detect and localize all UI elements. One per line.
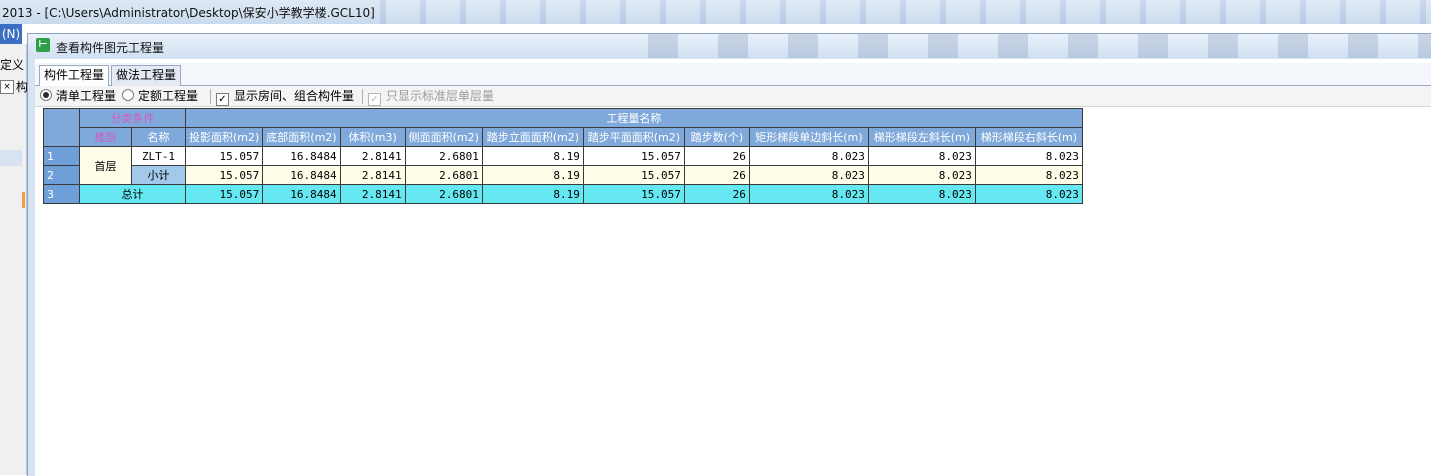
header-floor: 楼层 bbox=[79, 127, 132, 147]
column-header[interactable]: 体积(m3) bbox=[339, 127, 406, 147]
column-header[interactable]: 踏步数(个) bbox=[683, 127, 750, 147]
value-cell[interactable]: 26 bbox=[683, 184, 750, 204]
name-cell[interactable]: ZLT-1 bbox=[131, 146, 186, 166]
quantity-dialog: ⊢ 查看构件图元工程量 构件工程量 做法工程量 清单工程量 定额工程量 ✓ 显示房… bbox=[27, 33, 1431, 476]
value-cell[interactable]: 2.8141 bbox=[339, 184, 406, 204]
options-bar: 清单工程量 定额工程量 ✓ 显示房间、组合构件量 ✓ 只显示标准层单层量 bbox=[35, 86, 1431, 107]
value-cell[interactable]: 2.6801 bbox=[404, 146, 483, 166]
value-cell[interactable]: 8.023 bbox=[974, 146, 1083, 166]
radio-quota-quantity[interactable]: 定额工程量 bbox=[122, 89, 198, 103]
value-cell[interactable]: 15.057 bbox=[582, 146, 685, 166]
value-cell[interactable]: 16.8484 bbox=[262, 165, 341, 185]
column-header[interactable]: 矩形梯段单边斜长(m) bbox=[748, 127, 869, 147]
value-cell[interactable]: 8.023 bbox=[867, 146, 976, 166]
options-divider bbox=[210, 89, 211, 104]
table-row[interactable]: 1 首层 ZLT-1 15.057 16.8484 2.8141 2.6801 … bbox=[43, 146, 1083, 185]
value-cell[interactable]: 8.023 bbox=[748, 184, 869, 204]
row-number: 2 bbox=[43, 165, 80, 185]
checkbox-standard-floor-only[interactable]: ✓ 只显示标准层单层量 bbox=[368, 89, 494, 106]
value-cell[interactable]: 2.6801 bbox=[404, 165, 483, 185]
radio-list-quantity-label: 清单工程量 bbox=[56, 89, 117, 103]
define-menu-fragment[interactable]: 定义 bbox=[0, 56, 24, 73]
value-cell[interactable]: 8.19 bbox=[481, 165, 584, 185]
radio-selected-icon bbox=[40, 89, 52, 101]
header-group-row: 分类条件 工程量名称 bbox=[43, 108, 1083, 147]
value-cell[interactable]: 16.8484 bbox=[262, 184, 341, 204]
header-column-row: 楼层 名称 投影面积(m2) 底部面积(m2) 体积(m3) 侧面面积(m2) … bbox=[44, 127, 1083, 147]
value-cell[interactable]: 8.023 bbox=[748, 165, 869, 185]
subtotal-label[interactable]: 小计 bbox=[131, 165, 186, 185]
table-row-total[interactable]: 3 总计 15.057 16.8484 2.8141 2.6801 8.19 1… bbox=[43, 184, 1083, 204]
value-cell[interactable]: 15.057 bbox=[184, 184, 264, 204]
radio-quota-quantity-label: 定额工程量 bbox=[138, 89, 199, 103]
checkbox-checked-icon: ✓ bbox=[368, 93, 381, 106]
close-icon[interactable]: × bbox=[0, 80, 14, 94]
app-titlebar-blurred-toolbar bbox=[380, 0, 1431, 24]
row-number: 1 bbox=[43, 146, 80, 166]
value-cell[interactable]: 8.023 bbox=[974, 184, 1083, 204]
radio-unselected-icon bbox=[122, 89, 134, 101]
value-cell[interactable]: 15.057 bbox=[582, 184, 685, 204]
options-divider bbox=[362, 89, 363, 104]
value-cell[interactable]: 8.023 bbox=[974, 165, 1083, 185]
floor-cell[interactable]: 首层 bbox=[79, 146, 132, 185]
value-cell[interactable]: 15.057 bbox=[184, 165, 264, 185]
value-cell[interactable]: 26 bbox=[683, 165, 750, 185]
total-label[interactable]: 总计 bbox=[79, 184, 186, 204]
radio-list-quantity[interactable]: 清单工程量 bbox=[40, 89, 116, 103]
value-cell[interactable]: 8.19 bbox=[481, 146, 584, 166]
value-cell[interactable]: 2.6801 bbox=[404, 184, 483, 204]
row-number: 3 bbox=[43, 184, 80, 204]
dialog-app-icon: ⊢ bbox=[36, 38, 50, 52]
header-corner bbox=[43, 108, 80, 147]
checkbox-show-rooms[interactable]: ✓ 显示房间、组合构件量 bbox=[216, 89, 354, 106]
value-cell[interactable]: 8.023 bbox=[748, 146, 869, 166]
column-header[interactable]: 底部面积(m2) bbox=[262, 127, 341, 147]
value-cell[interactable]: 2.8141 bbox=[339, 165, 406, 185]
header-name: 名称 bbox=[131, 127, 186, 147]
app-titlebar: 2013 - [C:\Users\Administrator\Desktop\保… bbox=[0, 0, 1431, 24]
column-header[interactable]: 投影面积(m2) bbox=[184, 127, 264, 147]
value-cell[interactable]: 8.023 bbox=[867, 184, 976, 204]
dialog-title: 查看构件图元工程量 bbox=[56, 41, 165, 55]
column-header[interactable]: 踏步平面面积(m2) bbox=[582, 127, 685, 147]
app-title: 2013 - [C:\Users\Administrator\Desktop\保… bbox=[2, 6, 375, 20]
tab-component-quantity[interactable]: 构件工程量 bbox=[39, 65, 110, 87]
left-marker bbox=[22, 192, 25, 208]
checkbox-show-rooms-label: 显示房间、组合构件量 bbox=[234, 89, 355, 103]
value-cell[interactable]: 15.057 bbox=[582, 165, 685, 185]
checkbox-checked-icon: ✓ bbox=[216, 93, 229, 106]
table-row-subtotal[interactable]: 2 小计 15.057 16.8484 2.8141 2.6801 8.19 1… bbox=[43, 165, 1083, 185]
header-category: 分类条件 bbox=[79, 108, 186, 128]
menu-fragment[interactable]: (N) bbox=[0, 24, 22, 44]
column-header[interactable]: 侧面面积(m2) bbox=[404, 127, 483, 147]
quantity-grid-area: 分类条件 工程量名称 楼层 名称 投影面积(m2) 底部面积(m2) 体积(m3… bbox=[35, 107, 1431, 476]
value-cell[interactable]: 8.023 bbox=[867, 165, 976, 185]
tab-method-quantity[interactable]: 做法工程量 bbox=[111, 65, 182, 86]
value-cell[interactable]: 15.057 bbox=[184, 146, 264, 166]
dialog-titlebar[interactable]: ⊢ 查看构件图元工程量 bbox=[28, 34, 1431, 58]
value-cell[interactable]: 8.19 bbox=[481, 184, 584, 204]
column-header[interactable]: 踏步立面面积(m2) bbox=[481, 127, 584, 147]
checkbox-standard-floor-only-label: 只显示标准层单层量 bbox=[386, 89, 495, 103]
left-selected-row bbox=[0, 150, 22, 166]
value-cell[interactable]: 2.8141 bbox=[339, 146, 406, 166]
column-header[interactable]: 梯形梯段左斜长(m) bbox=[867, 127, 976, 147]
dialog-titlebar-blur bbox=[648, 34, 1431, 58]
quantity-table: 分类条件 工程量名称 楼层 名称 投影面积(m2) 底部面积(m2) 体积(m3… bbox=[43, 108, 1083, 204]
header-quantity-names: 工程量名称 bbox=[185, 108, 1083, 128]
column-header[interactable]: 梯形梯段右斜长(m) bbox=[974, 127, 1083, 147]
value-cell[interactable]: 26 bbox=[683, 146, 750, 166]
left-panel-strip bbox=[0, 44, 27, 475]
dialog-body: 构件工程量 做法工程量 清单工程量 定额工程量 ✓ 显示房间、组合构件量 ✓ 只显示… bbox=[35, 59, 1431, 476]
tab-strip: 构件工程量 做法工程量 bbox=[35, 63, 1431, 87]
value-cell[interactable]: 16.8484 bbox=[262, 146, 341, 166]
